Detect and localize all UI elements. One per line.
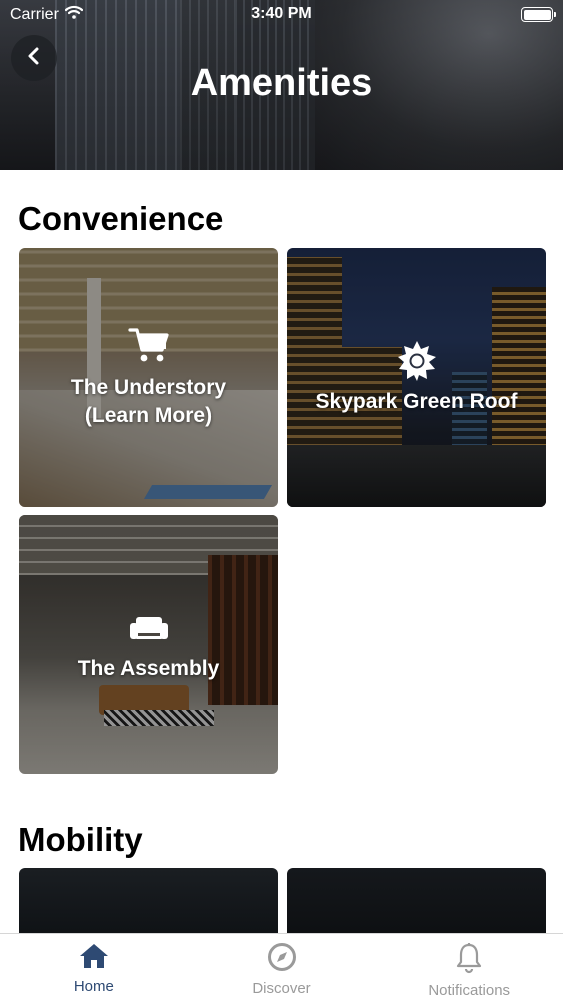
sun-icon [396, 340, 438, 387]
card-label: Skypark Green Roof [315, 390, 518, 413]
card-label: The Assembly [77, 657, 220, 680]
page-title: Amenities [190, 62, 373, 104]
bell-icon [454, 942, 484, 978]
card-label: The Understory [70, 376, 227, 399]
header-banner: Carrier 3:40 PM Amenities [0, 0, 563, 170]
shopping-cart-icon [127, 326, 170, 369]
section-title-convenience: Convenience [18, 200, 224, 237]
compass-icon [267, 942, 297, 976]
amenity-card-assembly[interactable]: The Assembly [19, 515, 278, 774]
section-title-mobility: Mobility [18, 821, 143, 858]
sofa-icon [128, 615, 170, 648]
tab-home[interactable]: Home [0, 934, 188, 1000]
card-label-subtitle: (Learn More) [84, 404, 213, 427]
status-time: 3:40 PM [251, 5, 312, 22]
tab-label: Notifications [428, 982, 511, 999]
amenity-card-understory[interactable]: The Understory (Learn More) [19, 248, 278, 507]
tab-bar: Home Discover Notifications [0, 933, 563, 1000]
home-icon [78, 942, 110, 974]
status-bar: Carrier 3:40 PM [0, 0, 563, 30]
tab-notifications[interactable]: Notifications [375, 934, 563, 1000]
battery-icon [521, 7, 556, 22]
tab-label: Discover [252, 980, 311, 997]
amenity-card-skypark[interactable]: Skypark Green Roof [287, 248, 546, 507]
tab-label: Home [73, 978, 114, 995]
tab-discover[interactable]: Discover [188, 934, 376, 1000]
